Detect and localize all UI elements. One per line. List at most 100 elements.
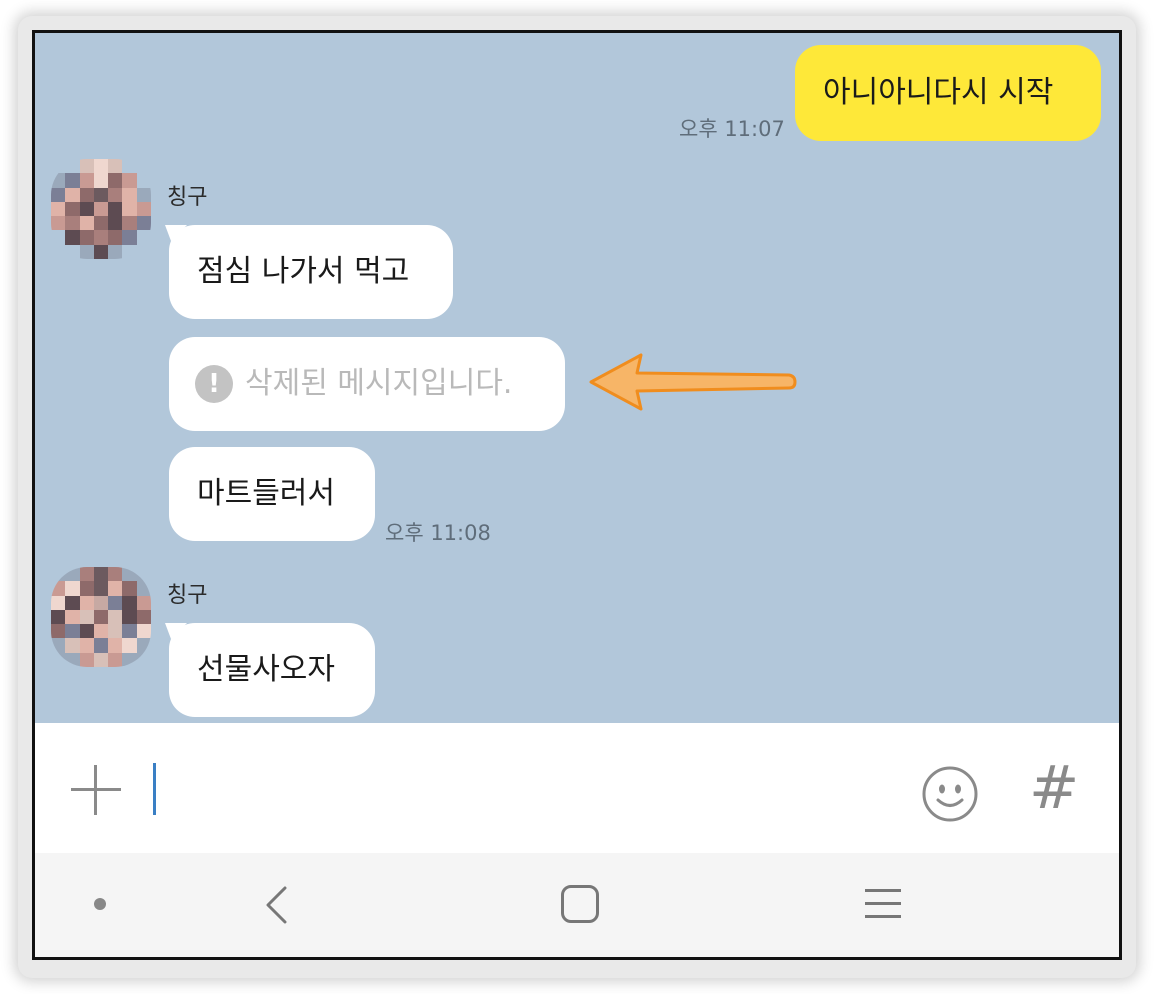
avatar-pixel bbox=[51, 624, 66, 639]
avatar-pixel bbox=[65, 581, 80, 596]
avatar-pixel bbox=[108, 187, 123, 202]
avatar-pixel bbox=[136, 609, 151, 625]
friend-avatar[interactable] bbox=[51, 567, 151, 667]
avatar-pixel bbox=[122, 595, 137, 610]
avatar-pixel bbox=[122, 230, 137, 245]
plus-icon[interactable] bbox=[71, 765, 121, 815]
avatar-pixel bbox=[79, 652, 94, 667]
hash-tag-button[interactable]: # bbox=[1029, 753, 1079, 823]
avatar-pixel bbox=[79, 230, 94, 245]
smiley-icon[interactable] bbox=[921, 765, 979, 823]
avatar-pixel bbox=[136, 159, 151, 174]
avatar-pixel bbox=[136, 638, 151, 653]
chat-area[interactable]: 아니아니다시 시작 오후 11:07 칭구 점심 나가서 먹고 ! 삭제된 메시… bbox=[35, 33, 1119, 723]
avatar-pixel bbox=[51, 187, 66, 202]
avatar-pixel bbox=[108, 216, 123, 231]
avatar-pixel bbox=[79, 638, 94, 653]
dot-icon[interactable] bbox=[94, 898, 106, 910]
avatar-pixel bbox=[65, 244, 80, 259]
avatar-pixel bbox=[51, 581, 66, 596]
avatar-pixel bbox=[122, 581, 137, 596]
avatar-pixel bbox=[136, 230, 151, 245]
avatar-pixel bbox=[51, 173, 66, 188]
avatar-pixel bbox=[79, 201, 94, 217]
message-text: 선물사오자 bbox=[197, 652, 335, 687]
avatar-pixel bbox=[122, 159, 137, 174]
message-text: 아니아니다시 시작 bbox=[823, 75, 1054, 110]
avatar-pixel bbox=[136, 624, 151, 639]
avatar-pixel bbox=[79, 187, 94, 202]
avatar-pixel bbox=[65, 230, 80, 245]
avatar-pixel bbox=[65, 216, 80, 231]
avatar-pixel bbox=[122, 567, 137, 582]
friend-message-bubble[interactable]: 점심 나가서 먹고 bbox=[169, 225, 453, 319]
avatar-pixel bbox=[136, 652, 151, 667]
avatar-pixel bbox=[65, 652, 80, 667]
avatar-pixel bbox=[136, 567, 151, 582]
avatar-pixel bbox=[51, 595, 66, 610]
avatar-pixel bbox=[122, 624, 137, 639]
my-message-bubble[interactable]: 아니아니다시 시작 bbox=[795, 45, 1101, 141]
deleted-message-bubble[interactable]: ! 삭제된 메시지입니다. bbox=[169, 337, 565, 431]
avatar-pixel bbox=[65, 609, 80, 625]
avatar-pixel bbox=[79, 244, 94, 259]
avatar-pixel bbox=[108, 244, 123, 259]
avatar-pixel bbox=[108, 230, 123, 245]
avatar-pixel bbox=[93, 187, 109, 202]
friend-avatar[interactable] bbox=[51, 159, 151, 259]
avatar-pixel bbox=[79, 581, 94, 596]
message-input[interactable] bbox=[159, 763, 903, 817]
avatar-pixel bbox=[79, 173, 94, 188]
avatar-pixel bbox=[93, 567, 109, 582]
avatar-pixel bbox=[93, 638, 109, 653]
friend-message-bubble[interactable]: 마트들러서 bbox=[169, 447, 375, 541]
avatar-pixel bbox=[79, 216, 94, 231]
message-timestamp: 오후 11:07 bbox=[679, 117, 785, 141]
avatar-pixel bbox=[79, 567, 94, 582]
avatar-pixel bbox=[93, 159, 109, 174]
avatar-pixel bbox=[51, 230, 66, 245]
avatar-pixel bbox=[122, 216, 137, 231]
message-text: 점심 나가서 먹고 bbox=[197, 254, 410, 289]
back-icon[interactable] bbox=[263, 885, 289, 925]
avatar-pixel bbox=[65, 159, 80, 174]
avatar-pixel bbox=[51, 159, 66, 174]
avatar-pixel bbox=[136, 201, 151, 217]
avatar-pixel bbox=[51, 216, 66, 231]
sender-name: 칭구 bbox=[167, 185, 208, 210]
system-navigation-bar bbox=[35, 853, 1119, 957]
avatar-pixel bbox=[108, 173, 123, 188]
exclamation-circle-icon: ! bbox=[195, 365, 233, 403]
phone-screen: 아니아니다시 시작 오후 11:07 칭구 점심 나가서 먹고 ! 삭제된 메시… bbox=[32, 30, 1122, 960]
avatar-pixel bbox=[122, 609, 137, 625]
avatar-pixel bbox=[108, 581, 123, 596]
avatar-pixel bbox=[136, 244, 151, 259]
avatar-pixel bbox=[93, 652, 109, 667]
avatar-pixel bbox=[122, 173, 137, 188]
avatar-pixel bbox=[65, 173, 80, 188]
avatar-pixel bbox=[122, 638, 137, 653]
recent-apps-icon[interactable] bbox=[865, 889, 901, 928]
avatar-pixel bbox=[65, 201, 80, 217]
avatar-pixel bbox=[108, 567, 123, 582]
avatar-pixel bbox=[51, 567, 66, 582]
avatar-pixel bbox=[93, 201, 109, 217]
avatar-pixel bbox=[51, 609, 66, 625]
avatar-pixel bbox=[79, 595, 94, 610]
avatar-pixel bbox=[93, 609, 109, 625]
avatar-pixel bbox=[79, 624, 94, 639]
message-input-bar: # bbox=[35, 723, 1119, 853]
home-icon[interactable] bbox=[561, 885, 599, 923]
avatar-pixel bbox=[122, 201, 137, 217]
avatar-pixel bbox=[93, 581, 109, 596]
avatar-pixel bbox=[108, 638, 123, 653]
avatar-pixel bbox=[93, 624, 109, 639]
avatar-pixel bbox=[79, 159, 94, 174]
avatar-pixel bbox=[122, 187, 137, 202]
deleted-message-text: 삭제된 메시지입니다. bbox=[245, 366, 513, 401]
avatar-pixel bbox=[51, 244, 66, 259]
friend-message-bubble[interactable]: 선물사오자 bbox=[169, 623, 375, 717]
avatar-pixel bbox=[93, 173, 109, 188]
avatar-pixel bbox=[93, 216, 109, 231]
avatar-pixel bbox=[136, 187, 151, 202]
